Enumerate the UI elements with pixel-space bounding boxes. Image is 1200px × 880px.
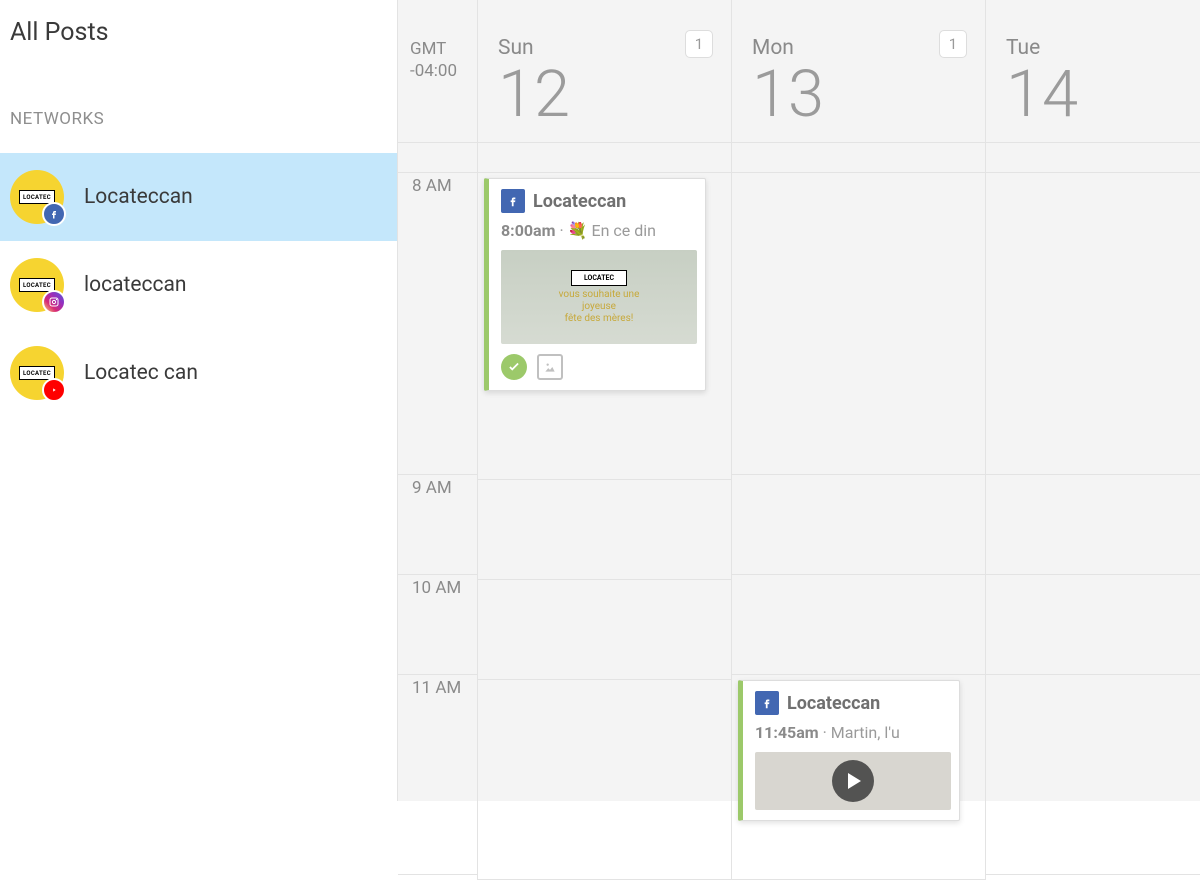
network-item-facebook[interactable]: LOCATEC Locateccan bbox=[0, 153, 397, 241]
timezone-line1: GMT bbox=[410, 38, 477, 60]
post-time: 11:45am bbox=[755, 723, 819, 742]
network-avatar: LOCATEC bbox=[10, 170, 64, 224]
time-label: 9 AM bbox=[398, 475, 477, 575]
network-item-instagram[interactable]: LOCATEC locateccan bbox=[0, 241, 397, 329]
day-header-tue[interactable]: Tue 14 bbox=[986, 0, 1200, 142]
calendar-cell[interactable]: Locateccan 11:45am · Martin, l'u bbox=[732, 680, 985, 880]
calendar-cell[interactable] bbox=[478, 480, 731, 580]
time-label: 8 AM bbox=[398, 173, 477, 475]
calendar: GMT -04:00 Sun 12 1 Mon 13 1 Tue 14 8 AM… bbox=[397, 0, 1200, 801]
calendar-cell[interactable] bbox=[732, 143, 985, 173]
day-number: 14 bbox=[1006, 56, 1200, 132]
calendar-cell[interactable] bbox=[478, 680, 731, 880]
timezone-cell: GMT -04:00 bbox=[398, 0, 478, 142]
instagram-icon bbox=[42, 290, 66, 314]
post-emoji: 💐 bbox=[568, 221, 588, 240]
day-column-mon: Locateccan 11:45am · Martin, l'u bbox=[732, 143, 986, 880]
day-header-mon[interactable]: Mon 13 1 bbox=[732, 0, 986, 142]
play-icon[interactable] bbox=[832, 760, 874, 802]
calendar-cell[interactable] bbox=[986, 475, 1200, 575]
all-posts-heading: All Posts bbox=[0, 18, 397, 47]
day-badge: 1 bbox=[939, 30, 967, 58]
calendar-cell[interactable] bbox=[732, 575, 985, 675]
calendar-cell[interactable] bbox=[478, 143, 731, 173]
post-account: Locateccan bbox=[787, 693, 880, 714]
post-card[interactable]: Locateccan 11:45am · Martin, l'u bbox=[738, 680, 960, 821]
facebook-icon bbox=[755, 691, 779, 715]
day-header-sun[interactable]: Sun 12 1 bbox=[478, 0, 732, 142]
post-preview: En ce din bbox=[591, 221, 655, 240]
calendar-header: GMT -04:00 Sun 12 1 Mon 13 1 Tue 14 bbox=[398, 0, 1200, 143]
network-name: Locatec can bbox=[84, 361, 198, 385]
post-image: LOCATEC vous souhaite une joyeuse fête d… bbox=[501, 250, 697, 344]
network-item-youtube[interactable]: LOCATEC Locatec can bbox=[0, 329, 397, 417]
facebook-icon bbox=[501, 189, 525, 213]
day-number: 13 bbox=[752, 56, 969, 132]
check-icon[interactable] bbox=[501, 354, 527, 380]
time-label: 11 AM bbox=[398, 675, 477, 875]
youtube-icon bbox=[42, 378, 66, 402]
day-badge: 1 bbox=[685, 30, 713, 58]
post-actions bbox=[501, 354, 693, 380]
calendar-cell[interactable] bbox=[986, 143, 1200, 173]
timezone-line2: -04:00 bbox=[410, 60, 477, 82]
image-text: vous souhaite une bbox=[559, 289, 640, 301]
sidebar: All Posts NETWORKS LOCATEC Locateccan LO… bbox=[0, 0, 397, 801]
networks-label: NETWORKS bbox=[0, 109, 397, 129]
calendar-body: 8 AM 9 AM 10 AM 11 AM Locateccan 8:00am … bbox=[398, 143, 1200, 880]
calendar-cell[interactable]: Locateccan 8:00am · 💐 En ce din LOCATEC … bbox=[478, 178, 731, 480]
post-time: 8:00am bbox=[501, 221, 555, 240]
network-avatar: LOCATEC bbox=[10, 258, 64, 312]
day-column-tue bbox=[986, 143, 1200, 880]
image-icon[interactable] bbox=[537, 354, 563, 380]
network-name: locateccan bbox=[84, 273, 187, 297]
post-meta: 11:45am · Martin, l'u bbox=[755, 723, 947, 742]
facebook-icon bbox=[42, 202, 66, 226]
image-text: LOCATEC bbox=[571, 270, 627, 286]
image-text: fête des mères! bbox=[565, 313, 634, 325]
post-preview: Martin, l'u bbox=[831, 723, 900, 742]
post-meta: 8:00am · 💐 En ce din bbox=[501, 221, 693, 240]
calendar-cell[interactable] bbox=[478, 580, 731, 680]
calendar-cell[interactable] bbox=[732, 173, 985, 475]
post-account: Locateccan bbox=[533, 191, 626, 212]
image-text: joyeuse bbox=[582, 301, 616, 313]
post-image bbox=[755, 752, 951, 810]
calendar-cell[interactable] bbox=[986, 575, 1200, 675]
time-column: 8 AM 9 AM 10 AM 11 AM bbox=[398, 143, 478, 880]
day-number: 12 bbox=[498, 56, 715, 132]
calendar-cell[interactable] bbox=[986, 173, 1200, 475]
day-column-sun: Locateccan 8:00am · 💐 En ce din LOCATEC … bbox=[478, 143, 732, 880]
calendar-cell[interactable] bbox=[986, 675, 1200, 875]
network-name: Locateccan bbox=[84, 185, 193, 209]
time-label: 10 AM bbox=[398, 575, 477, 675]
calendar-cell[interactable] bbox=[732, 475, 985, 575]
post-card[interactable]: Locateccan 8:00am · 💐 En ce din LOCATEC … bbox=[484, 178, 706, 391]
network-avatar: LOCATEC bbox=[10, 346, 64, 400]
